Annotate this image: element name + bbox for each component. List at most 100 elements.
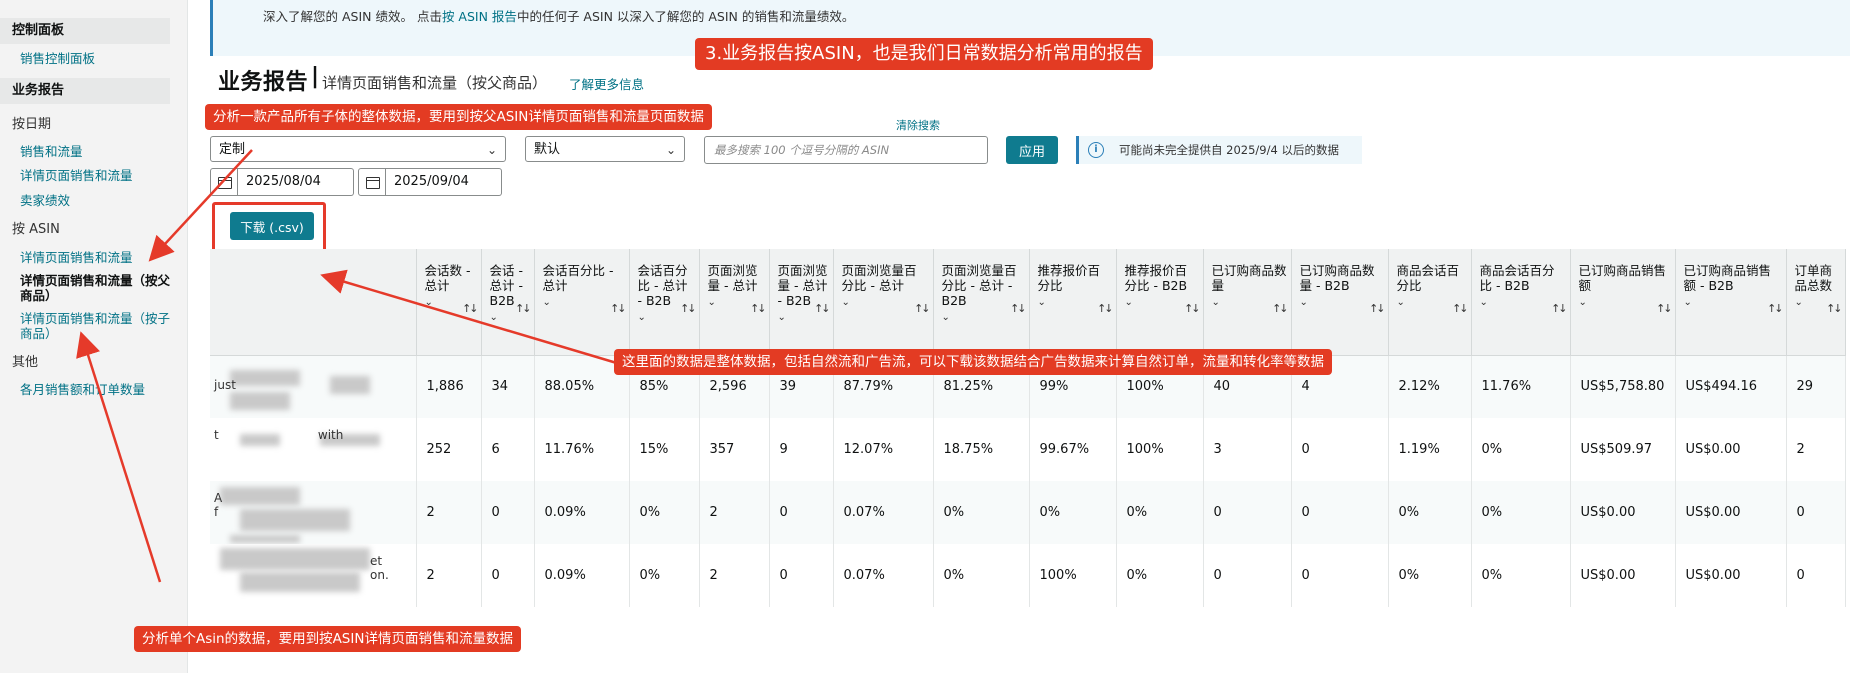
table-row[interactable]: A f 2 0 0.09% 0% 2 0 0.07% 0% 0% 0% 0 0 0% 0% US$0.00 US… bbox=[210, 481, 1846, 544]
table-cell: 0% bbox=[629, 481, 700, 544]
table-cell: 99.67% bbox=[1029, 418, 1117, 481]
sidebar-item-sales-dashboard[interactable]: 销售控制面板 bbox=[20, 51, 170, 66]
sidebar-section-dashboard: 控制面板 bbox=[0, 18, 170, 44]
column-header-label: 页面浏览量 - 总计 bbox=[707, 263, 758, 293]
sort-icon[interactable]: ↑↓ bbox=[515, 301, 532, 316]
sort-icon[interactable]: ↑↓ bbox=[1272, 301, 1289, 316]
product-cell[interactable]: et on. bbox=[210, 544, 417, 607]
table-cell: US$0.00 bbox=[1675, 481, 1787, 544]
start-date-calendar-button[interactable] bbox=[210, 168, 238, 196]
product-cell[interactable]: just bbox=[210, 355, 417, 418]
learn-more-link[interactable]: 了解更多信息 bbox=[569, 74, 644, 93]
column-header[interactable]: 会话百分比 - 总计 - B2B ⌄ ↑↓ bbox=[629, 249, 700, 356]
column-header-label: 推荐报价百分比 bbox=[1037, 263, 1101, 293]
sort-icon[interactable]: ↑↓ bbox=[750, 301, 767, 316]
sort-icon[interactable]: ↑↓ bbox=[1826, 301, 1843, 316]
sidebar-item-detail-page-child[interactable]: 详情页面销售和流量（按子商品） bbox=[20, 311, 170, 341]
chevron-down-icon: ⌄ bbox=[486, 143, 497, 157]
sort-icon[interactable]: ↑↓ bbox=[1097, 301, 1114, 316]
annotation-parent-asin: 分析一款产品所有子体的整体数据，要用到按父ASIN详情页面销售和流量页面数据 bbox=[205, 104, 712, 130]
end-date-calendar-button[interactable] bbox=[358, 168, 386, 196]
annotation-top: 3.业务报告按ASIN，也是我们日常数据分析常用的报告 bbox=[695, 38, 1153, 70]
column-header[interactable]: 已订购商品数量 ⌄ ↑↓ bbox=[1203, 249, 1292, 356]
sort-icon[interactable]: ↑↓ bbox=[1369, 301, 1386, 316]
report-table-wrap: 会话数 - 总计 ⌄ ↑↓ 会话 - 总计 - B2B ⌄ ↑↓ 会话百分比 - 总计 ⌄ ↑↓… bbox=[210, 249, 1850, 609]
column-header[interactable]: 推荐报价百分比 ⌄ ↑↓ bbox=[1029, 249, 1117, 356]
table-cell: 0 bbox=[1203, 481, 1292, 544]
column-header[interactable]: 会话百分比 - 总计 ⌄ ↑↓ bbox=[534, 249, 630, 356]
table-cell: 252 bbox=[416, 418, 482, 481]
sidebar-item-sales-traffic[interactable]: 销售和流量 bbox=[20, 144, 170, 159]
header-product bbox=[210, 249, 417, 356]
sort-icon[interactable]: ↑↓ bbox=[1551, 301, 1568, 316]
end-date-input[interactable]: 2025/09/04 bbox=[386, 168, 502, 196]
column-header[interactable]: 已订购商品销售额 - B2B ⌄ ↑↓ bbox=[1675, 249, 1787, 356]
table-cell: US$0.00 bbox=[1675, 418, 1787, 481]
sort-icon[interactable]: ↑↓ bbox=[1010, 301, 1027, 316]
sort-icon[interactable]: ↑↓ bbox=[1184, 301, 1201, 316]
table-cell: 0 bbox=[1786, 544, 1846, 607]
table-cell: 100% bbox=[1029, 544, 1117, 607]
sort-icon[interactable]: ↑↓ bbox=[462, 301, 479, 316]
table-cell: 1.19% bbox=[1388, 418, 1472, 481]
sort-icon[interactable]: ↑↓ bbox=[680, 301, 697, 316]
download-highlight-box bbox=[212, 202, 326, 254]
sidebar-item-monthly-sales[interactable]: 各月销售额和订单数量 bbox=[20, 382, 170, 397]
start-date-input[interactable]: 2025/08/04 bbox=[238, 168, 354, 196]
banner-link-by-asin[interactable]: 按 ASIN 报告 bbox=[442, 9, 517, 24]
sort-icon[interactable]: ↑↓ bbox=[814, 301, 831, 316]
table-cell: 0 bbox=[769, 544, 834, 607]
redacted-product-image bbox=[230, 391, 290, 410]
apply-button[interactable]: 应用 bbox=[1006, 136, 1058, 164]
date-range-select[interactable]: 定制 ⌄ bbox=[210, 136, 506, 162]
sort-icon[interactable]: ↑↓ bbox=[610, 301, 627, 316]
table-cell: 0 bbox=[1786, 481, 1846, 544]
column-header[interactable]: 页面浏览量 - 总计 ⌄ ↑↓ bbox=[699, 249, 770, 356]
column-header[interactable]: 推荐报价百分比 - B2B ⌄ ↑↓ bbox=[1116, 249, 1204, 356]
column-header[interactable]: 已订购商品销售额 ⌄ ↑↓ bbox=[1570, 249, 1676, 356]
sidebar: 控制面板 销售控制面板 业务报告 按日期 销售和流量 详情页面销售和流量 卖家绩… bbox=[0, 0, 188, 673]
column-header[interactable]: 商品会话百分比 ⌄ ↑↓ bbox=[1388, 249, 1472, 356]
table-cell: 0.07% bbox=[833, 481, 934, 544]
column-header-label: 已订购商品销售额 - B2B bbox=[1683, 263, 1772, 293]
table-cell: 0 bbox=[1291, 481, 1389, 544]
table-cell: 29 bbox=[1786, 355, 1846, 418]
column-header-label: 商品会话百分比 - B2B bbox=[1479, 263, 1555, 293]
view-select[interactable]: 默认 ⌄ bbox=[525, 136, 685, 162]
sidebar-item-detail-page-by-asin[interactable]: 详情页面销售和流量 bbox=[20, 250, 170, 265]
sort-icon[interactable]: ↑↓ bbox=[1656, 301, 1673, 316]
clear-search-link[interactable]: 清除搜索 bbox=[896, 117, 940, 133]
column-header[interactable]: 页面浏览量 - 总计 - B2B ⌄ ↑↓ bbox=[769, 249, 834, 356]
column-header[interactable]: 页面浏览量百分比 - 总计 - B2B ⌄ ↑↓ bbox=[933, 249, 1030, 356]
redacted-product-image bbox=[220, 487, 300, 505]
product-cell[interactable]: A f bbox=[210, 481, 417, 544]
column-header[interactable]: 会话数 - 总计 ⌄ ↑↓ bbox=[416, 249, 482, 356]
table-cell: 2 bbox=[1786, 418, 1846, 481]
column-header[interactable]: 订单商品总数 ⌄ ↑↓ bbox=[1786, 249, 1846, 356]
product-cell[interactable]: t with bbox=[210, 418, 417, 481]
column-header[interactable]: 页面浏览量百分比 - 总计 ⌄ ↑↓ bbox=[833, 249, 934, 356]
sort-icon[interactable]: ↑↓ bbox=[1452, 301, 1469, 316]
table-cell: 357 bbox=[699, 418, 770, 481]
table-cell: 11.76% bbox=[534, 418, 630, 481]
banner-text: 深入了解您的 ASIN 绩效。 点击按 ASIN 报告中的任何子 ASIN 以深… bbox=[263, 6, 854, 25]
table-cell: 0 bbox=[481, 481, 535, 544]
annotation-bottom: 分析单个Asin的数据，要用到按ASIN详情页面销售和流量数据 bbox=[134, 626, 521, 652]
sort-icon[interactable]: ↑↓ bbox=[1767, 301, 1784, 316]
table-cell: 0.09% bbox=[534, 481, 630, 544]
sidebar-item-detail-page-by-date[interactable]: 详情页面销售和流量 bbox=[20, 168, 170, 183]
column-header[interactable]: 商品会话百分比 - B2B ⌄ ↑↓ bbox=[1471, 249, 1571, 356]
asin-search-input[interactable] bbox=[704, 136, 988, 164]
table-row[interactable]: et on. 2 0 0.09% 0% 2 0 0.07% 0% 100% 0% 0 0 0% 0% US$0… bbox=[210, 544, 1846, 607]
column-header-label: 推荐报价百分比 - B2B bbox=[1124, 263, 1188, 293]
column-header[interactable]: 已订购商品数量 - B2B ⌄ ↑↓ bbox=[1291, 249, 1389, 356]
sidebar-item-detail-page-parent[interactable]: 详情页面销售和流量（按父商品） bbox=[20, 273, 170, 303]
table-row[interactable]: t with 252 6 11.76% 15% 357 9 12.07% 18.75% 99.67… bbox=[210, 418, 1846, 481]
sidebar-item-seller-performance[interactable]: 卖家绩效 bbox=[20, 193, 170, 208]
sort-icon[interactable]: ↑↓ bbox=[914, 301, 931, 316]
sidebar-group-other: 其他 bbox=[12, 355, 39, 370]
column-header[interactable]: 会话 - 总计 - B2B ⌄ ↑↓ bbox=[481, 249, 535, 356]
table-cell: US$0.00 bbox=[1675, 544, 1787, 607]
page-subtitle: 详情页面销售和流量（按父商品） bbox=[322, 74, 548, 92]
banner-text-before: 深入了解您的 ASIN 绩效。 点击 bbox=[263, 9, 442, 24]
